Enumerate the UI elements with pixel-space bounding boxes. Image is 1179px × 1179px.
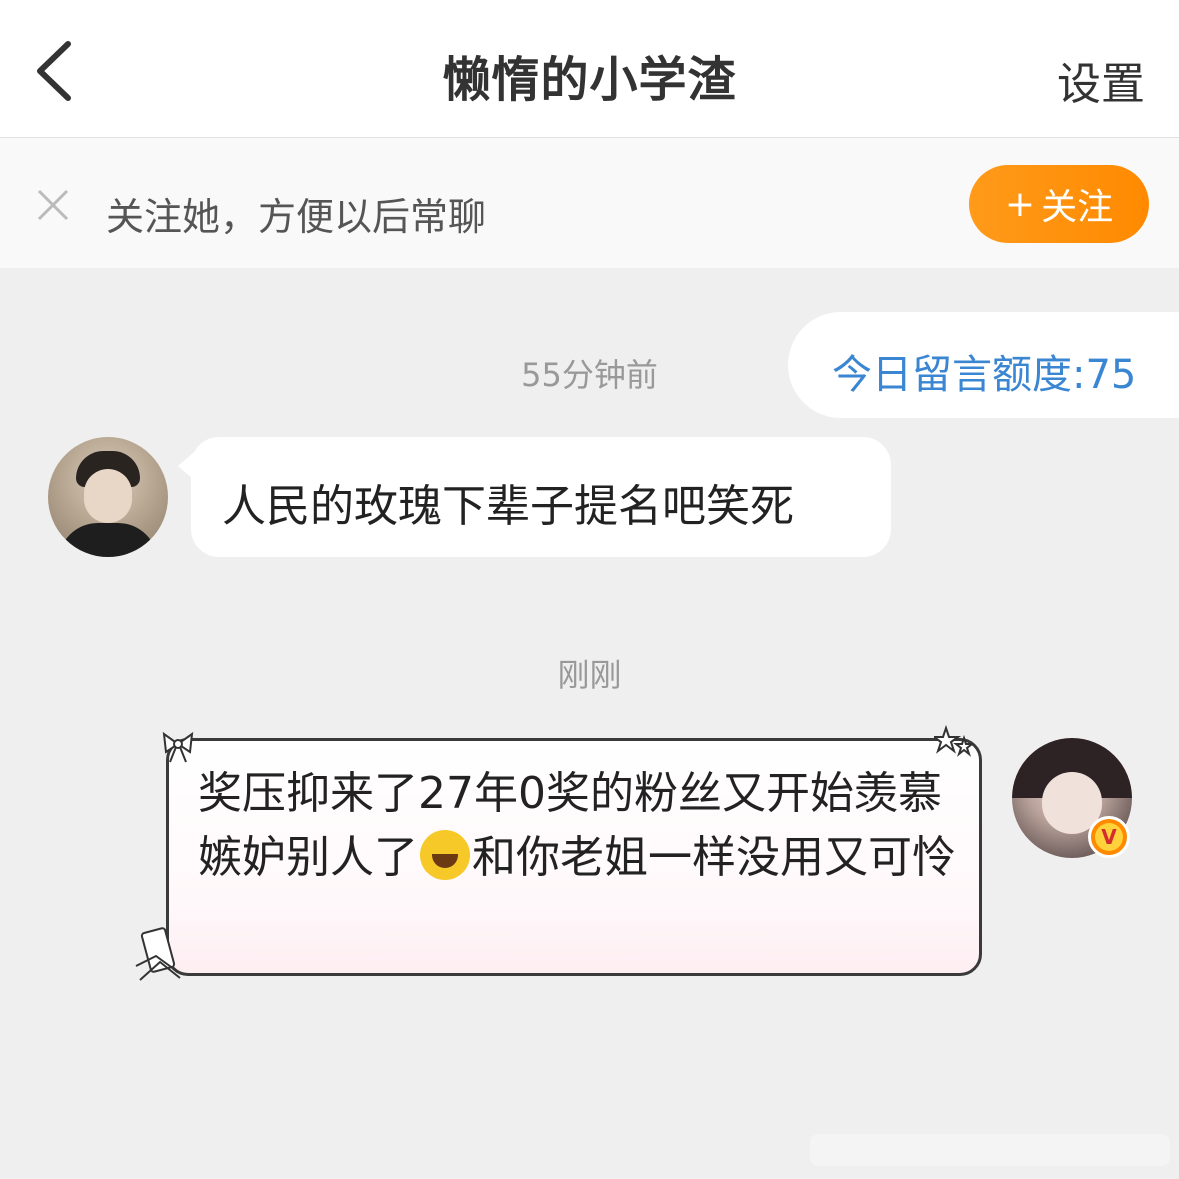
plus-icon: +: [1004, 183, 1036, 225]
top-nav-bar: 懒惰的小学渣 设置: [0, 0, 1179, 138]
message-timestamp: 刚刚: [557, 656, 622, 694]
message-timestamp: 55分钟前: [521, 356, 658, 394]
stars-decoration-icon: [934, 724, 974, 757]
bow-decoration-icon: [162, 731, 194, 763]
watermark: [810, 1134, 1170, 1166]
follow-button-label: 关注: [1041, 187, 1114, 228]
conversation-title: 懒惰的小学渣: [442, 52, 737, 108]
message-text-part: 和你老姐一样没用又可怜: [472, 832, 956, 883]
laughing-crying-emoji: [420, 830, 470, 880]
message-text: 人民的玫瑰下辈子提名吧笑死: [222, 481, 794, 532]
settings-button[interactable]: 设置: [1057, 48, 1145, 112]
avatar[interactable]: [48, 437, 168, 557]
ticket-decoration-icon: [135, 927, 181, 981]
close-icon[interactable]: [36, 188, 70, 222]
follow-button[interactable]: + 关注: [969, 165, 1149, 243]
follow-prompt-text: 关注她，方便以后常聊: [106, 195, 487, 239]
message-text: 奖压抑来了27年0奖的粉丝又开始羡慕嫉妒别人了 和你老姐一样没用又可怜: [198, 762, 958, 890]
v-badge-icon: V: [1088, 816, 1130, 858]
